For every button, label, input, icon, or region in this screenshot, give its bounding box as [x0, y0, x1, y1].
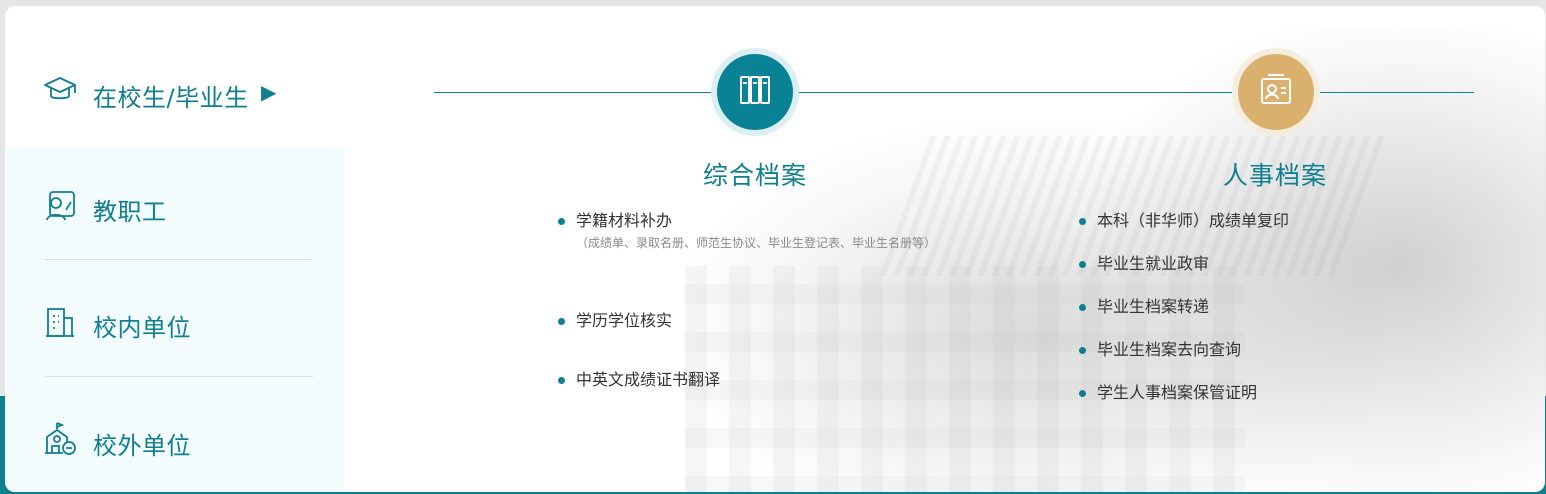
list-item-reissue-records[interactable]: 学籍材料补办 — [558, 211, 672, 231]
personnel-archive-title: 人事档案 — [1223, 161, 1328, 190]
building-icon — [43, 305, 77, 339]
sidebar-divider — [44, 259, 313, 260]
list-item-label: 学历学位核实 — [576, 311, 673, 330]
sidebar-item-internal-units[interactable]: 校内单位 — [5, 264, 345, 380]
list-item-label: 学生人事档案保管证明 — [1097, 383, 1258, 402]
list-item-label: 毕业生档案转递 — [1097, 297, 1210, 316]
list-item-label: 本科（非华师）成绩单复印 — [1097, 211, 1290, 230]
list-item-degree-verification[interactable]: 学历学位核实 — [558, 311, 672, 331]
list-item-archive-tracking[interactable]: 毕业生档案去向查询 — [1079, 340, 1241, 360]
sidebar-item-label: 校外单位 — [93, 432, 191, 460]
bullet-icon — [558, 218, 565, 225]
list-item-label: 中英文成绩证书翻译 — [576, 370, 721, 389]
bullet-icon — [1079, 390, 1086, 397]
external-unit-icon — [43, 421, 77, 455]
sidebar-item-label: 校内单位 — [93, 314, 191, 342]
bullet-icon — [1079, 218, 1086, 225]
bullet-icon — [558, 318, 565, 325]
archive-services-panel: 在校生/毕业生 ▶ 教职工 校内单位 校外单位 综合档案 人事档案 学籍材料补办… — [5, 6, 1545, 492]
list-item-transcript-translation[interactable]: 中英文成绩证书翻译 — [558, 370, 720, 390]
bullet-icon — [558, 377, 565, 384]
sidebar-item-label: 在校生/毕业生 — [93, 84, 249, 112]
sidebar-item-staff[interactable]: 教职工 — [5, 148, 345, 264]
list-item-label: 毕业生就业政审 — [1097, 254, 1210, 273]
teacher-icon — [43, 189, 77, 223]
campus-background-image — [385, 6, 1545, 492]
sidebar-item-students[interactable]: 在校生/毕业生 ▶ — [5, 32, 345, 148]
id-card-icon — [1259, 73, 1293, 111]
bullet-icon — [1079, 261, 1086, 268]
list-item-label: 毕业生档案去向查询 — [1097, 340, 1242, 359]
timeline-line — [434, 92, 1474, 93]
comprehensive-archive-title: 综合档案 — [703, 161, 808, 190]
list-item-archive-transfer[interactable]: 毕业生档案转递 — [1079, 297, 1209, 317]
bullet-icon — [1079, 347, 1086, 354]
bullet-icon — [1079, 304, 1086, 311]
list-item-custody-certificate[interactable]: 学生人事档案保管证明 — [1079, 383, 1257, 403]
graduation-cap-icon — [43, 73, 77, 107]
personnel-archive-badge[interactable] — [1238, 54, 1314, 130]
active-arrow-icon: ▶ — [261, 80, 277, 104]
sidebar-item-label: 教职工 — [93, 198, 167, 226]
binders-icon — [738, 73, 772, 111]
list-item-label: 学籍材料补办 — [576, 211, 673, 230]
list-item-note: （成绩单、录取名册、师范生协议、毕业生登记表、毕业生名册等） — [576, 236, 937, 250]
list-item-transcript-copy[interactable]: 本科（非华师）成绩单复印 — [1079, 211, 1289, 231]
comprehensive-archive-badge[interactable] — [717, 54, 793, 130]
list-item-employment-review[interactable]: 毕业生就业政审 — [1079, 254, 1209, 274]
sidebar: 在校生/毕业生 ▶ 教职工 校内单位 校外单位 — [5, 6, 345, 492]
sidebar-divider — [44, 376, 313, 377]
sidebar-item-external-units[interactable]: 校外单位 — [5, 380, 345, 492]
